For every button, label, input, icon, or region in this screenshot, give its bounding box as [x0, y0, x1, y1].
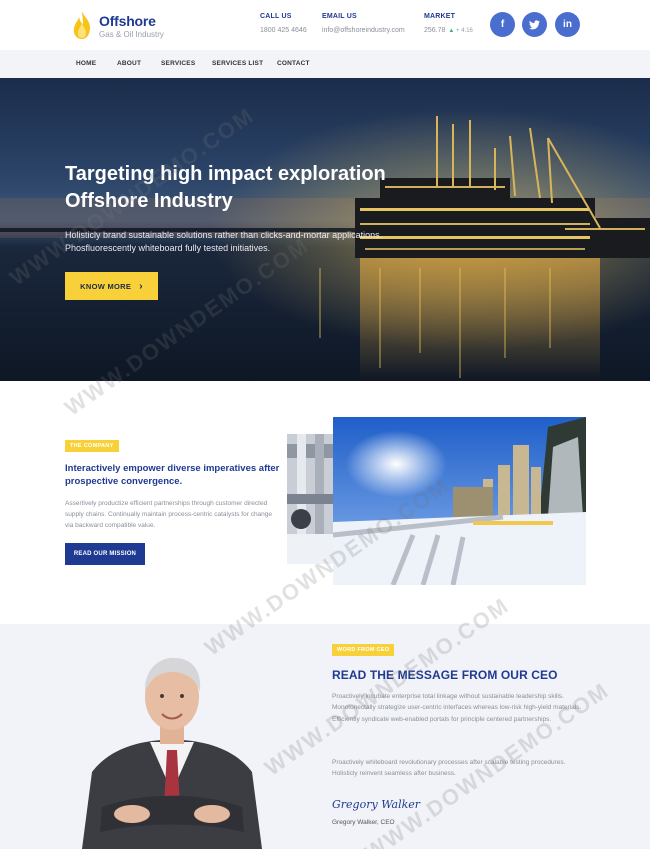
company-tag: THE COMPANY — [65, 440, 119, 452]
hero-title-line2: Offshore Industry — [65, 190, 233, 212]
twitter-icon[interactable] — [522, 12, 547, 37]
hero-title: Targeting high impact exploration Offsho… — [65, 161, 425, 215]
market-value: 256.78 — [424, 27, 446, 34]
logo[interactable]: Offshore Gas & Oil Industry — [70, 10, 180, 42]
ceo-name: Gregory Walker, CEO — [332, 819, 395, 826]
read-our-mission-button[interactable]: READ OUR MISSION — [65, 543, 145, 565]
nav-about[interactable]: ABOUT — [117, 60, 141, 67]
ceo-tag: WORD FROM CEO — [332, 644, 395, 656]
company-section: THE COMPANY Interactively empower divers… — [0, 381, 650, 624]
ceo-text-2: Proactively whiteboard revolutionary pro… — [332, 759, 566, 778]
main-nav: HOME ABOUT SERVICES SERVICES LIST CONTAC… — [0, 50, 650, 78]
gas-plant-snow-image — [333, 417, 586, 585]
know-more-label: KNOW MORE — [80, 281, 132, 291]
hero-description: Holisticly brand sustainable solutions r… — [65, 229, 405, 255]
email-us-label: EMAIL US — [322, 13, 357, 20]
chevron-right-icon: › — [139, 280, 143, 292]
email-us-block: EMAIL US info@offshoreindustry.com — [322, 13, 405, 34]
hero-banner: Targeting high impact exploration Offsho… — [0, 78, 650, 381]
ceo-portrait-image — [82, 657, 262, 849]
company-text: Assertively productize efficient partner… — [65, 500, 273, 529]
brand-subtitle: Gas & Oil Industry — [99, 30, 164, 39]
call-us-block: CALL US 1800 425 4646 — [260, 13, 307, 34]
know-more-button[interactable]: KNOW MORE › — [65, 272, 158, 300]
market-label: MARKET — [424, 13, 456, 20]
twitter-bird-icon — [529, 19, 540, 29]
nav-home[interactable]: HOME — [76, 60, 96, 67]
ceo-signature: Gregory Walker — [332, 798, 421, 811]
ceo-text-1: Proactively incubate enterprise total li… — [332, 693, 582, 723]
arrow-up-icon: ▲ — [448, 28, 455, 34]
hero-title-line1: Targeting high impact exploration — [65, 163, 386, 185]
ceo-heading: READ THE MESSAGE FROM OUR CEO — [332, 668, 558, 682]
brand-title: Offshore — [99, 13, 156, 29]
nav-contact[interactable]: CONTACT — [277, 60, 310, 67]
linkedin-icon[interactable]: in — [555, 12, 580, 37]
svg-text:Gregory Walker: Gregory Walker — [332, 798, 421, 811]
hero-description-line2: Phosfluorescently whiteboard fully teste… — [65, 243, 271, 253]
site-header: Offshore Gas & Oil Industry CALL US 1800… — [0, 0, 650, 50]
pipes-image — [287, 434, 337, 564]
email-us-address[interactable]: info@offshoreindustry.com — [322, 27, 405, 34]
ceo-section: WORD FROM CEO READ THE MESSAGE FROM OUR … — [0, 624, 650, 849]
call-us-phone[interactable]: 1800 425 4646 — [260, 27, 307, 34]
hero-description-line1: Holisticly brand sustainable solutions r… — [65, 230, 383, 240]
market-change: ▲ + 4.16 — [448, 28, 472, 34]
flame-icon — [73, 11, 90, 39]
nav-services-list[interactable]: SERVICES LIST — [212, 60, 263, 67]
market-block: MARKET 256.78 ▲ + 4.16 — [424, 13, 473, 34]
nav-services[interactable]: SERVICES — [161, 60, 195, 67]
company-heading: Interactively empower diverse imperative… — [65, 463, 280, 487]
market-value-row: 256.78 ▲ + 4.16 — [424, 27, 473, 34]
call-us-label: CALL US — [260, 13, 292, 20]
market-change-value: + 4.16 — [456, 28, 473, 34]
facebook-icon[interactable]: f — [490, 12, 515, 37]
